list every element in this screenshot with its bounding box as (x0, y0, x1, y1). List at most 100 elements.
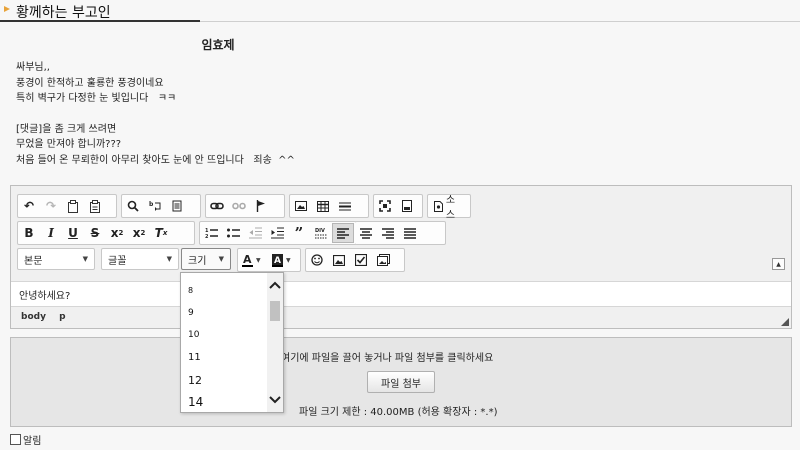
source-icon (434, 200, 443, 212)
font-size-option[interactable]: 12 (188, 374, 202, 387)
toolbar-group-align (355, 221, 446, 245)
underline-button[interactable]: U (62, 223, 84, 243)
outdent-icon[interactable] (244, 223, 266, 243)
source-label: 소스 (445, 195, 456, 221)
editor-content-text: 안녕하세요? (19, 291, 71, 302)
gallery-icon[interactable] (372, 250, 394, 270)
section-title: 황께하는 부고인 (16, 5, 111, 21)
background-color-button[interactable]: A ▼ (268, 250, 298, 270)
superscript-button[interactable]: x2 (128, 223, 150, 243)
strikethrough-button[interactable]: S (84, 223, 106, 243)
notify-checkbox[interactable]: 알림 (10, 432, 41, 447)
font-size-select-value: 크기 (188, 255, 207, 267)
font-size-select[interactable]: 크기 ▼ (181, 248, 231, 270)
file-size-limit: 파일 크기 제한 : 40.00MB (허용 확장자 : *.*) (299, 407, 498, 418)
subscript-button[interactable]: x2 (106, 223, 128, 243)
comment-line: 풍경이 한적하고 훌룡한 풍경이네요 (16, 77, 164, 89)
format-select-value: 본문 (24, 255, 43, 267)
undo-icon[interactable]: ↶ (18, 196, 40, 216)
toolbar-group-paragraph: 12 ” DIV (199, 221, 357, 245)
editor-content-area[interactable]: 안녕하세요? (11, 281, 791, 307)
emoticon-icon[interactable] (306, 250, 328, 270)
link-icon[interactable] (206, 196, 228, 216)
font-size-option[interactable]: 10 (188, 330, 199, 340)
bold-button[interactable]: B (18, 223, 40, 243)
italic-button[interactable]: I (40, 223, 62, 243)
font-select-value: 글꼴 (108, 255, 127, 267)
notify-label: 알림 (23, 436, 42, 447)
comment-author: 임효제 (201, 38, 235, 52)
div-container-icon[interactable]: DIV (310, 223, 332, 243)
align-center-icon[interactable] (355, 223, 377, 243)
checkbox-insert-icon[interactable] (350, 250, 372, 270)
svg-text:DIV: DIV (315, 228, 325, 234)
horizontal-rule-icon[interactable] (334, 196, 356, 216)
scrollbar-thumb[interactable] (270, 301, 280, 321)
chevron-down-icon: ▼ (82, 255, 88, 263)
font-size-option[interactable]: 14 (188, 395, 203, 409)
font-size-dropdown: 8 9 10 11 12 14 (180, 272, 284, 413)
element-path: body p (21, 312, 76, 322)
comment-line: 무었을 만져야 합니까??? (16, 139, 122, 150)
resize-grip-icon[interactable] (781, 318, 789, 326)
blockquote-icon[interactable]: ” (288, 223, 310, 243)
anchor-flag-icon[interactable] (250, 196, 272, 216)
numbered-list-icon[interactable]: 12 (200, 223, 222, 243)
font-select[interactable]: 글꼴 ▼ (101, 248, 179, 270)
show-blocks-icon[interactable] (396, 196, 418, 216)
svg-text:b: b (149, 201, 154, 208)
title-divider (200, 21, 800, 22)
toolbar-group-view (373, 194, 423, 218)
comment-line: [댓글]을 좀 크게 쓰려면 (16, 123, 117, 135)
drop-zone-hint: 여기에 파일을 끌어 놓거나 파일 첨부를 클릭하세요 (281, 353, 494, 364)
indent-icon[interactable] (266, 223, 288, 243)
title-underline (0, 20, 200, 22)
remove-format-button[interactable]: Tx (150, 223, 172, 243)
format-select[interactable]: 본문 ▼ (17, 248, 95, 270)
chevron-down-icon: ▼ (166, 255, 172, 263)
checkbox-icon[interactable] (10, 434, 21, 445)
svg-text:▼: ▼ (286, 257, 291, 264)
comment-line: 특히 벽구가 다정한 눈 빛입니다 ㅋㅋ (16, 93, 177, 104)
maximize-icon[interactable] (374, 196, 396, 216)
redo-icon[interactable]: ↷ (40, 196, 62, 216)
toolbar-group-source: 소스 (427, 191, 471, 221)
align-left-icon[interactable] (332, 223, 354, 243)
image-icon[interactable] (290, 196, 312, 216)
font-size-option[interactable]: 9 (188, 308, 194, 318)
font-size-option[interactable]: 11 (188, 352, 201, 363)
toolbar-group-find: b (121, 194, 201, 218)
paste-icon[interactable] (62, 196, 84, 216)
chevron-up-icon[interactable] (267, 277, 283, 293)
toolbar-group-media (305, 248, 405, 272)
paste-text-icon[interactable] (84, 196, 106, 216)
align-justify-icon[interactable] (399, 223, 421, 243)
replace-icon[interactable]: b (144, 196, 166, 216)
dropdown-scrollbar[interactable] (267, 273, 283, 412)
toolbar-group-insert (289, 194, 369, 218)
attach-file-button[interactable]: 파일 첨부 (367, 371, 435, 393)
select-all-icon[interactable] (166, 196, 188, 216)
toolbar-group-link (205, 194, 285, 218)
chevron-down-icon[interactable] (267, 392, 283, 408)
image-upload-icon[interactable] (328, 250, 350, 270)
align-right-icon[interactable] (377, 223, 399, 243)
comment-body: 싸부님,, 풍경이 한적하고 훌룡한 풍경이네요 특히 벽구가 다정한 눈 빛입… (16, 60, 295, 168)
toolbar-group-colors: A ▼ A ▼ (237, 248, 301, 272)
search-icon[interactable] (122, 196, 144, 216)
comment-line: 처음 들어 온 무뢰한이 아무리 찾아도 눈에 안 뜨입니다 죄송 ^^ (16, 154, 295, 166)
comment-line: 싸부님,, (16, 62, 50, 73)
bulleted-list-icon[interactable] (222, 223, 244, 243)
file-drop-zone[interactable]: 여기에 파일을 끌어 놓거나 파일 첨부를 클릭하세요 파일 첨부 파일 크기 … (10, 337, 792, 427)
text-color-button[interactable]: A ▼ (238, 250, 268, 270)
font-size-option[interactable]: 8 (188, 286, 193, 295)
source-button[interactable]: 소스 (428, 191, 470, 221)
table-icon[interactable] (312, 196, 334, 216)
svg-text:A: A (243, 253, 252, 266)
toolbar-collapse-button[interactable]: ▲ (772, 258, 785, 270)
path-item-body[interactable]: body (21, 312, 46, 322)
toolbar-group-text-style: B I U S x2 x2 Tx (17, 221, 195, 245)
svg-text:▼: ▼ (256, 257, 261, 264)
path-item-p[interactable]: p (59, 312, 65, 322)
unlink-icon[interactable] (228, 196, 250, 216)
